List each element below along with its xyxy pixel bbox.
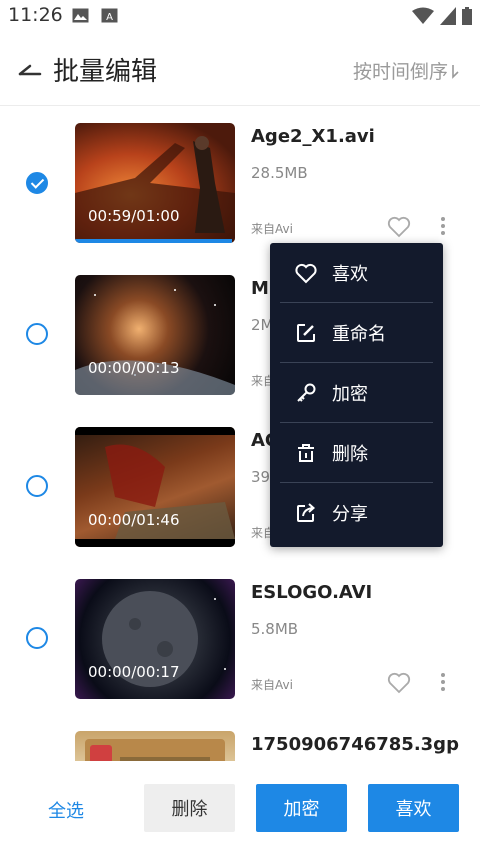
sort-button[interactable]: 按时间倒序 <box>353 57 460 84</box>
item-checkbox[interactable] <box>26 627 48 649</box>
like-button[interactable]: 喜欢 <box>368 784 459 832</box>
menu-item-label: 删除 <box>332 444 368 465</box>
menu-item-rename[interactable]: 重命名 <box>280 303 433 363</box>
heart-icon[interactable] <box>387 672 411 694</box>
sort-down-arrow-icon <box>452 64 459 79</box>
video-thumbnail[interactable]: 00:00/00:17 <box>75 579 235 699</box>
list-item[interactable]: 00:59/01:00 Age2_X1.avi 28.5MB 来自Avi <box>0 106 480 258</box>
video-thumbnail[interactable]: 00:59/01:00 <box>75 123 235 243</box>
battery-icon <box>462 7 472 25</box>
more-options-icon[interactable] <box>438 214 448 240</box>
heart-icon[interactable] <box>387 216 411 238</box>
item-checkbox-checked[interactable] <box>26 172 48 194</box>
video-source: 来自Avi <box>251 222 293 236</box>
encrypt-button[interactable]: 加密 <box>256 784 347 832</box>
app-header: 批量编辑 按时间倒序 <box>0 32 480 106</box>
menu-item-encrypt[interactable]: 加密 <box>280 363 433 423</box>
playback-progress-bar <box>75 239 232 243</box>
thumbnail-art <box>75 289 235 395</box>
context-menu: 喜欢 重命名 加密 删除 分享 <box>270 243 443 547</box>
video-name: ESLOGO.AVI <box>251 582 373 603</box>
item-checkbox[interactable] <box>26 323 48 345</box>
menu-item-like[interactable]: 喜欢 <box>280 243 433 303</box>
video-duration: 00:00/00:17 <box>88 663 180 681</box>
video-thumbnail[interactable]: 00:00/00:13 <box>75 275 235 395</box>
menu-item-label: 加密 <box>332 384 368 405</box>
trash-icon <box>298 444 314 462</box>
thumbnail-art <box>102 591 226 687</box>
thumbnail-art <box>75 136 235 243</box>
menu-item-delete[interactable]: 删除 <box>280 423 433 483</box>
delete-button[interactable]: 删除 <box>144 784 235 832</box>
list-item[interactable]: 1750906746785.3gp <box>0 714 480 761</box>
image-notification-icon <box>72 8 89 23</box>
video-duration: 00:00/00:13 <box>88 359 180 377</box>
status-bar: 11:26 A <box>0 0 480 32</box>
list-item[interactable]: 00:00/00:17 ESLOGO.AVI 5.8MB 来自Avi <box>0 562 480 714</box>
text-notification-icon: A <box>101 8 118 23</box>
status-time: 11:26 <box>8 4 63 26</box>
bottom-action-bar: 全选 删除 加密 喜欢 <box>0 761 480 853</box>
sort-label: 按时间倒序 <box>352 61 448 83</box>
share-icon <box>297 503 316 522</box>
video-source: 来自Avi <box>251 678 293 692</box>
svg-text:A: A <box>106 12 113 23</box>
thumbnail-art <box>75 427 235 547</box>
wifi-icon <box>412 7 434 24</box>
thumbnail-art <box>85 739 225 761</box>
back-arrow-icon[interactable] <box>16 56 46 82</box>
signal-icon <box>440 7 456 25</box>
key-icon <box>297 383 316 402</box>
select-all-button[interactable]: 全选 <box>48 797 84 823</box>
menu-item-share[interactable]: 分享 <box>280 483 433 543</box>
menu-item-label: 重命名 <box>332 324 386 345</box>
video-size: 28.5MB <box>251 164 308 182</box>
more-options-icon[interactable] <box>438 670 448 696</box>
page-title: 批量编辑 <box>53 57 158 87</box>
menu-item-label: 喜欢 <box>332 264 368 285</box>
heart-icon <box>295 263 317 284</box>
video-size: 5.8MB <box>251 620 299 638</box>
video-duration: 00:59/01:00 <box>88 207 180 225</box>
video-name: 1750906746785.3gp <box>251 734 459 755</box>
video-thumbnail[interactable] <box>75 731 235 761</box>
video-size: 39 <box>251 468 271 486</box>
menu-item-label: 分享 <box>332 504 368 525</box>
edit-icon <box>297 324 315 342</box>
video-thumbnail[interactable]: 00:00/01:46 <box>75 427 235 547</box>
item-checkbox[interactable] <box>26 475 48 497</box>
video-name: Age2_X1.avi <box>251 126 375 147</box>
video-duration: 00:00/01:46 <box>88 511 180 529</box>
